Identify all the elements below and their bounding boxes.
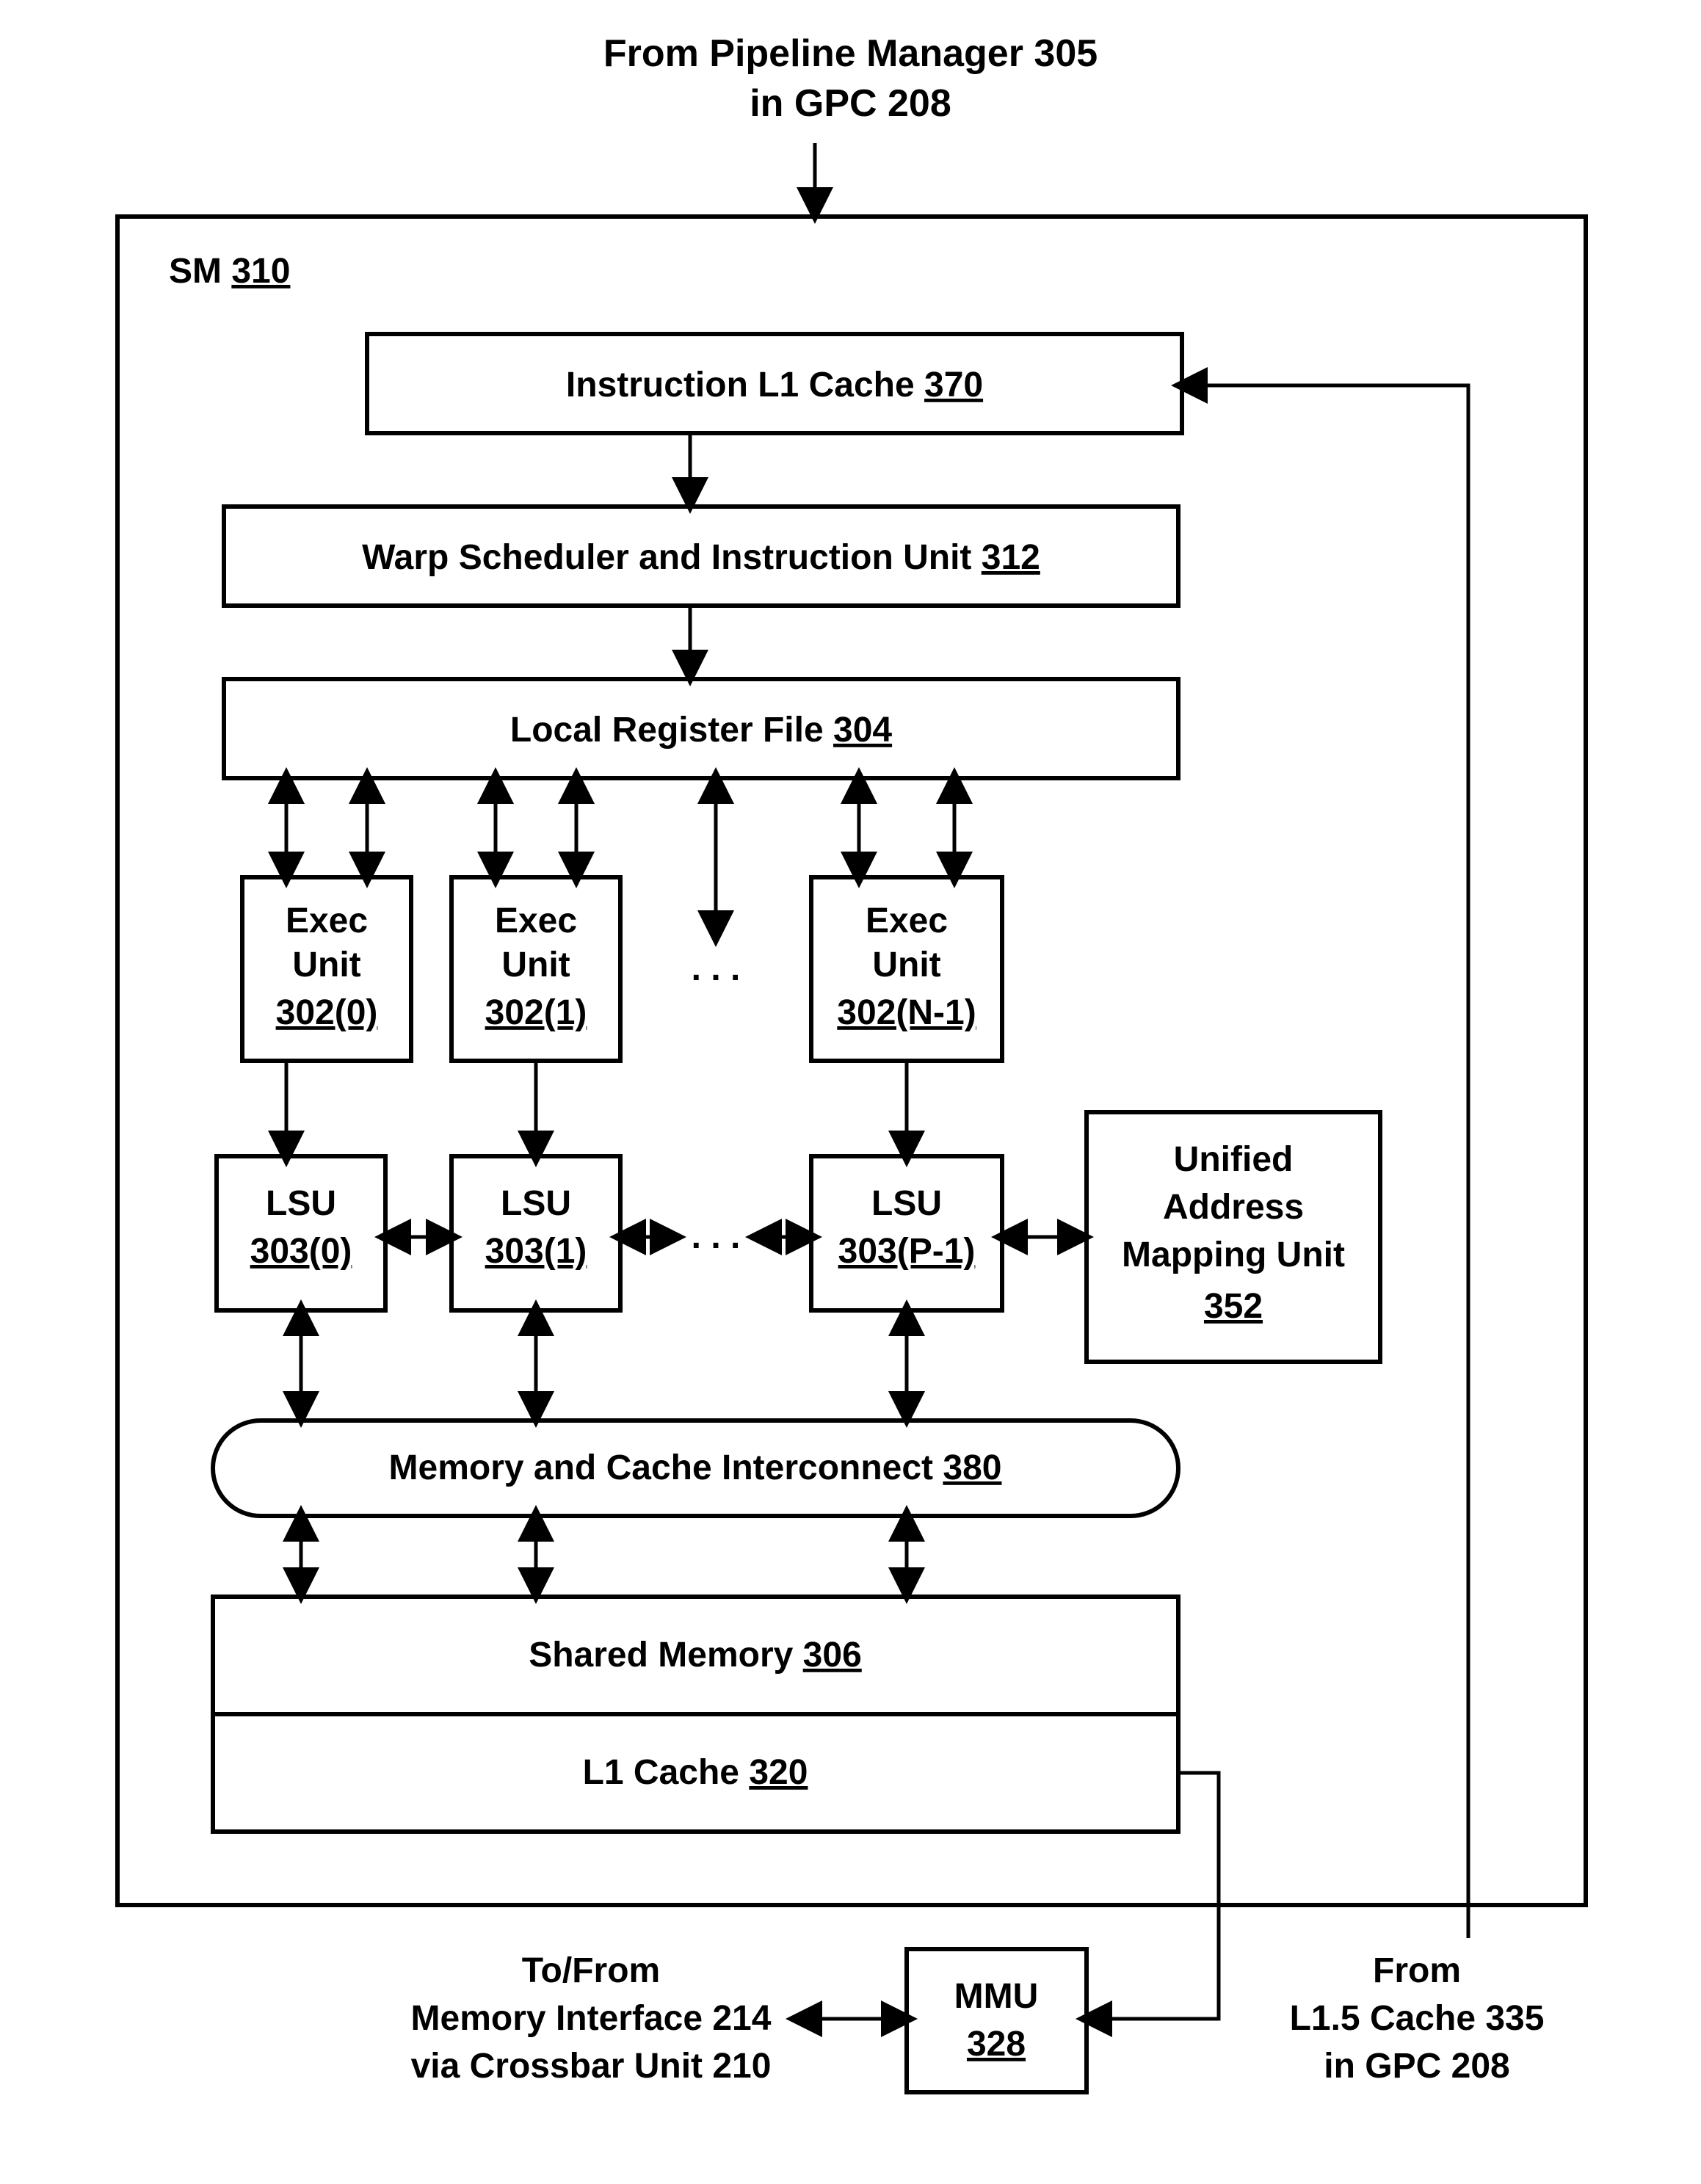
path-l1c-mmu (1087, 1773, 1219, 2019)
mmu-l1: MMU (954, 1977, 1039, 2016)
warp-label: Warp Scheduler and Instruction Unit 312 (362, 538, 1040, 577)
exec0-num: 302(0) (276, 993, 378, 1032)
exec2-l1: Exec (866, 901, 948, 940)
exec1-l2: Unit (501, 946, 570, 984)
right-cap-l3: in GPC 208 (1324, 2047, 1509, 2086)
right-cap-l1: From (1373, 1951, 1461, 1990)
exec0-l1: Exec (286, 901, 368, 940)
header-line2: in GPC 208 (750, 82, 951, 125)
exec1-num: 302(1) (485, 993, 587, 1032)
uamu-num: 352 (1204, 1287, 1263, 1326)
sm-label: SM 310 (169, 252, 290, 291)
lsu1-l1: LSU (501, 1184, 571, 1223)
left-cap-l1: To/From (522, 1951, 660, 1990)
uamu-l1: Unified (1174, 1140, 1294, 1179)
lsu2-num: 303(P-1) (838, 1232, 976, 1271)
left-cap-l3: via Crossbar Unit 210 (411, 2047, 772, 2086)
lsu0-num: 303(0) (250, 1232, 352, 1271)
lsu2-l1: LSU (871, 1184, 942, 1223)
mmu-box (907, 1949, 1087, 2092)
l1c-label: L1 Cache 320 (583, 1753, 808, 1792)
exec-dots: . . . (692, 949, 741, 988)
right-cap-l2: L1.5 Cache 335 (1290, 1999, 1545, 2038)
uamu-l3: Mapping Unit (1122, 1236, 1345, 1274)
header-line1: From Pipeline Manager 305 (603, 32, 1098, 75)
mmu-num: 328 (967, 2025, 1026, 2064)
exec2-num: 302(N-1) (837, 993, 976, 1032)
lsu-dots: . . . (692, 1217, 741, 1256)
lsu1-num: 303(1) (485, 1232, 587, 1271)
uamu-l2: Address (1163, 1188, 1304, 1227)
exec2-l2: Unit (872, 946, 940, 984)
lsu0-l1: LSU (266, 1184, 336, 1223)
il1-label: Instruction L1 Cache 370 (566, 366, 983, 404)
exec0-l2: Unit (292, 946, 360, 984)
shm-label: Shared Memory 306 (529, 1636, 862, 1675)
left-cap-l2: Memory Interface 214 (411, 1999, 772, 2038)
lrf-label: Local Register File 304 (510, 711, 893, 750)
mci-label: Memory and Cache Interconnect 380 (389, 1448, 1002, 1487)
exec1-l1: Exec (495, 901, 577, 940)
